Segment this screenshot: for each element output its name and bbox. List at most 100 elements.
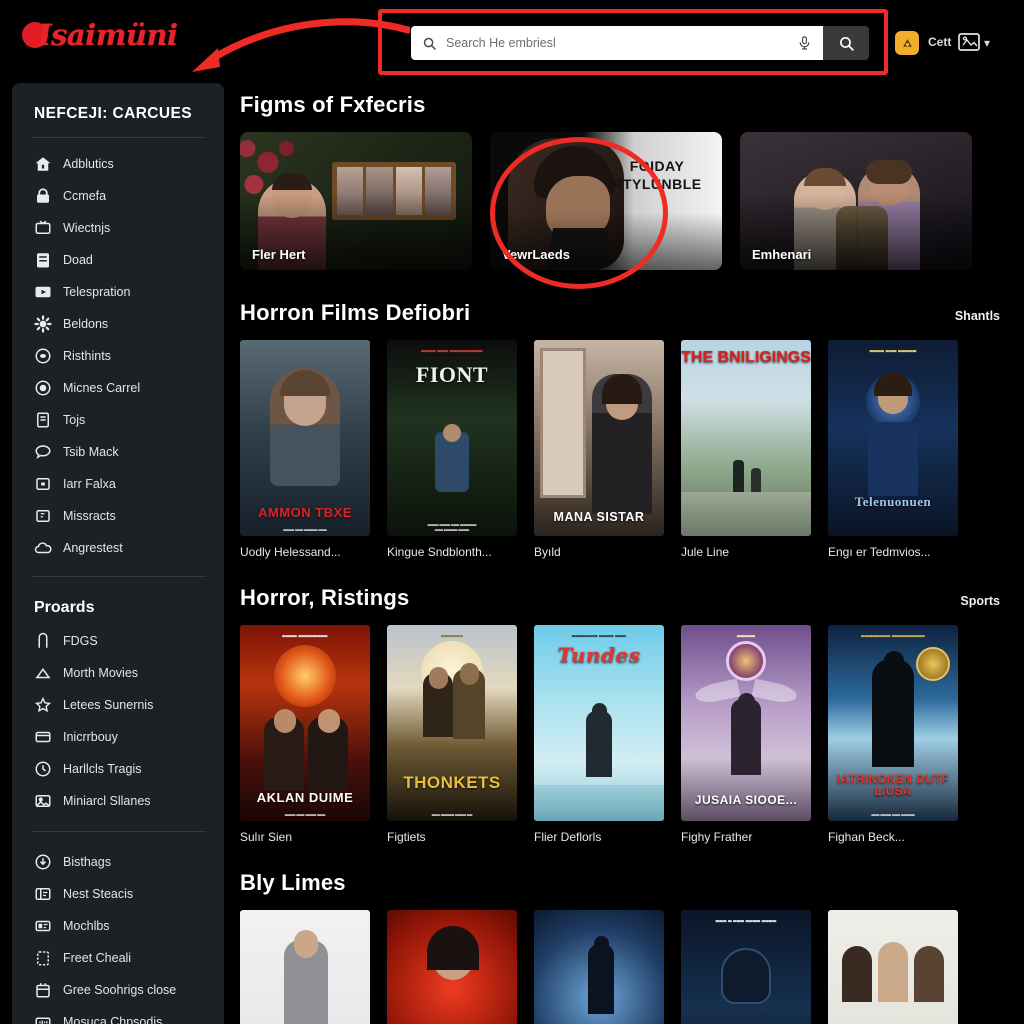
search-input[interactable] bbox=[446, 36, 788, 50]
sidebar-item-gree-soohrigs-close[interactable]: Gree Soohrigs close bbox=[12, 974, 224, 1006]
movie-caption: Kingue Sndblonth... bbox=[387, 545, 492, 559]
sidebar-item-wiectnjs[interactable]: Wiectnjs bbox=[12, 212, 224, 244]
audio-icon bbox=[34, 1013, 52, 1024]
account-card-icon[interactable] bbox=[957, 31, 981, 53]
hero-row: Fler Hert FOIDAY RTYLUNBLE VewrLaeds bbox=[240, 132, 1024, 289]
sidebar-item-mosuca-chpsodis[interactable]: Mosuca Chpsodis bbox=[12, 1006, 224, 1024]
sidebar-item-label: FDGS bbox=[63, 634, 98, 648]
sidebar-item-risthints[interactable]: Risthints bbox=[12, 340, 224, 372]
sidebar-item-micnes-carrel[interactable]: Micnes Carrel bbox=[12, 372, 224, 404]
section-3-row: ▃▃▃ ▃ ▃▃▃ ▃▃▃▃ ▃▃▃▃ bbox=[240, 910, 1024, 1024]
sidebar-divider-2 bbox=[32, 576, 206, 577]
clipboard-icon bbox=[34, 251, 52, 269]
sidebar-item-fdgs[interactable]: FDGS bbox=[12, 625, 224, 657]
movie-tile[interactable]: AMMON TBXE ▃▃▃▃ ▃▃▃ ▃▃▃▃▃ ▃▃▃ Uodly Hele… bbox=[240, 340, 370, 559]
poster-tagline: ▃▃▃▃▃▃ bbox=[441, 632, 463, 637]
sidebar-item-inicrrbouy[interactable]: Inicrrbouy bbox=[12, 721, 224, 753]
sidebar-item-label: Bisthags bbox=[63, 855, 111, 869]
notes-icon bbox=[34, 411, 52, 429]
page-root: Isaimüni Search He embriesl Cett ▾ NEFCE… bbox=[0, 0, 1024, 1024]
alert-badge-icon[interactable] bbox=[895, 31, 919, 55]
sidebar-item-doad[interactable]: Doad bbox=[12, 244, 224, 276]
mic-icon[interactable] bbox=[797, 35, 812, 51]
sidebar-item-ccmefa[interactable]: Ccmefa bbox=[12, 180, 224, 212]
hero-card-2-caption: VewrLaeds bbox=[502, 247, 570, 262]
sidebar-item-label: Beldons bbox=[63, 317, 109, 331]
sidebar-item-label: Inicrrbouy bbox=[63, 730, 118, 744]
movie-poster: ▃▃▃▃▃▃ THONKETS ▃▃▃ ▃▃▃▃▃ ▃▃▃▃ ▃▃ bbox=[387, 625, 517, 821]
red-arrow-annotation bbox=[192, 18, 410, 72]
movie-tile[interactable]: THE BNILIGINGS Jule Line bbox=[681, 340, 811, 559]
chat-icon bbox=[34, 443, 52, 461]
movie-tile[interactable]: ▃▃▃▃▃▃▃ ▃▃▃▃ ▃▃▃ Tundes Flier Deflorls bbox=[534, 625, 664, 844]
search-submit-button[interactable] bbox=[823, 26, 869, 60]
movie-tile[interactable] bbox=[240, 910, 370, 1024]
page-title: Figms of Fxfecris bbox=[240, 92, 426, 117]
sidebar-item-beldons[interactable]: Beldons bbox=[12, 308, 224, 340]
movie-tile[interactable]: ▃▃▃▃▃▃▃▃ ▃▃▃▃▃▃▃▃▃ IATRINOKEN DUTF LIUSA… bbox=[828, 625, 958, 844]
section-1-link[interactable]: Shantls bbox=[955, 309, 1000, 323]
search-icon bbox=[422, 36, 437, 51]
poster-title: AKLAN DUIME bbox=[256, 790, 354, 805]
movie-tile[interactable]: ▃▃▃▃ ▃▃▃ ▃▃▃▃▃▃▃▃▃ FIONT ▃▃▃▃ ▃▃▃▃ ▃▃▃ ▃… bbox=[387, 340, 517, 559]
movie-poster bbox=[534, 910, 664, 1024]
hero-card-2[interactable]: FOIDAY RTYLUNBLE VewrLaeds bbox=[490, 132, 722, 270]
sidebar-item-label: Iarr Falxa bbox=[63, 477, 116, 491]
tv-icon bbox=[34, 219, 52, 237]
search-field[interactable] bbox=[411, 26, 823, 60]
sidebar-item-freet-cheali[interactable]: Freet Cheali bbox=[12, 942, 224, 974]
movie-caption: Fighan Beck... bbox=[828, 830, 905, 844]
search-bar[interactable] bbox=[411, 26, 869, 60]
sidebar-item-angrestest[interactable]: Angrestest bbox=[12, 532, 224, 564]
brand-logo[interactable]: Isaimüni bbox=[22, 18, 178, 52]
movie-tile[interactable]: ▃▃▃▃▃ JUSAIA SIOOE... Fighy Frather bbox=[681, 625, 811, 844]
play-box-icon bbox=[34, 283, 52, 301]
movie-caption: Uodly Helessand... bbox=[240, 545, 341, 559]
sidebar-item-missracts[interactable]: Missracts bbox=[12, 500, 224, 532]
movie-tile[interactable]: MANA SISTAR Byıld bbox=[534, 340, 664, 559]
poster-title: AMMON TBXE bbox=[258, 505, 352, 520]
hero-card-3[interactable]: Emhenari bbox=[740, 132, 972, 270]
sidebar-item-label: Mochlbs bbox=[63, 919, 110, 933]
section-1-row: AMMON TBXE ▃▃▃▃ ▃▃▃ ▃▃▃▃▃ ▃▃▃ Uodly Hele… bbox=[240, 340, 1024, 559]
sidebar-item-tojs[interactable]: Tojs bbox=[12, 404, 224, 436]
sidebar-item-bisthags[interactable]: Bisthags bbox=[12, 846, 224, 878]
gear-icon bbox=[34, 315, 52, 333]
movie-tile[interactable] bbox=[387, 910, 517, 1024]
sidebar-item-mochlbs[interactable]: Mochlbs bbox=[12, 910, 224, 942]
poster-title: FIONT bbox=[415, 362, 489, 387]
movie-tile[interactable] bbox=[828, 910, 958, 1024]
movie-tile[interactable]: ▃▃▃▃▃▃ THONKETS ▃▃▃ ▃▃▃▃▃ ▃▃▃▃ ▃▃ Figtie… bbox=[387, 625, 517, 844]
poster-credits: ▃▃▃▃ ▃▃▃▃ ▃▃▃ ▃▃▃▃▃▃ ▃▃▃ ▃▃▃▃▃ ▃▃▃▃ bbox=[427, 521, 477, 531]
movie-tile[interactable]: ▃▃▃▃ ▃▃▃▃▃▃▃▃ AKLAN DUIME ▃▃▃▃ ▃▃▃ ▃▃▃▃ … bbox=[240, 625, 370, 844]
sidebar-item-letees-sunernis[interactable]: Letees Sunernis bbox=[12, 689, 224, 721]
sidebar-item-harllcls-tragis[interactable]: Harllcls Tragis bbox=[12, 753, 224, 785]
idcard-icon bbox=[34, 885, 52, 903]
sidebar-item-adblutics[interactable]: Adblutics bbox=[12, 148, 224, 180]
star-icon bbox=[34, 696, 52, 714]
sidebar-item-label: Freet Cheali bbox=[63, 951, 132, 965]
poster-title: JUSAIA SIOOE... bbox=[694, 793, 798, 807]
movie-poster: THE BNILIGINGS bbox=[681, 340, 811, 536]
movie-tile[interactable]: ▃▃▃ ▃ ▃▃▃ ▃▃▃▃ ▃▃▃▃ bbox=[681, 910, 811, 1024]
poster-tagline: ▃▃▃ ▃ ▃▃▃ ▃▃▃▃ ▃▃▃▃ bbox=[715, 917, 777, 922]
movie-caption: Engı er Tedmvios... bbox=[828, 545, 931, 559]
section-1-header: Horron Films Defiobri Shantls bbox=[240, 300, 1024, 326]
sidebar-divider bbox=[32, 137, 206, 138]
sidebar-item-label: Morth Movies bbox=[63, 666, 139, 680]
hero-card-1[interactable]: Fler Hert bbox=[240, 132, 472, 270]
sidebar-item-miniarcl-sllanes[interactable]: Miniarcl Sllanes bbox=[12, 785, 224, 817]
section-2-row: ▃▃▃▃ ▃▃▃▃▃▃▃▃ AKLAN DUIME ▃▃▃▃ ▃▃▃ ▃▃▃▃ … bbox=[240, 625, 1024, 844]
sidebar-item-label: Missracts bbox=[63, 509, 116, 523]
clock-icon bbox=[34, 760, 52, 778]
chevron-down-icon[interactable]: ▾ bbox=[984, 36, 990, 50]
sidebar-item-tsib-mack[interactable]: Tsib Mack bbox=[12, 436, 224, 468]
movie-tile[interactable] bbox=[534, 910, 664, 1024]
sidebar-item-nest-steacis[interactable]: Nest Steacis bbox=[12, 878, 224, 910]
section-2-link[interactable]: Sports bbox=[960, 594, 1000, 608]
image-icon bbox=[34, 792, 52, 810]
sidebar-item-telespration[interactable]: Telespration bbox=[12, 276, 224, 308]
sidebar-item-morth-movies[interactable]: Morth Movies bbox=[12, 657, 224, 689]
sidebar-item-iarr-falxa[interactable]: Iarr Falxa bbox=[12, 468, 224, 500]
movie-tile[interactable]: ▃▃▃▃ ▃▃▃ ▃▃▃▃▃ Telenuonuen Engı er Tedmv… bbox=[828, 340, 958, 559]
